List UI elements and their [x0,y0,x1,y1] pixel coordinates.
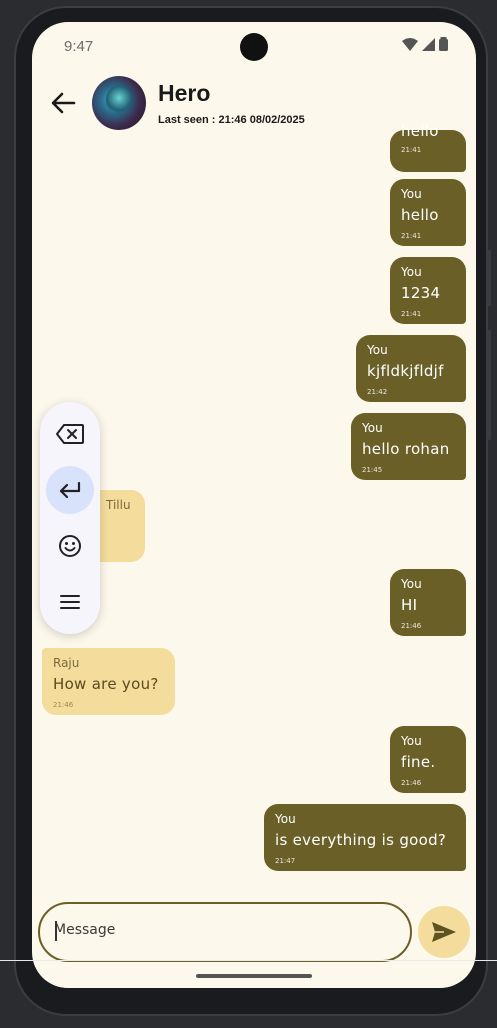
message-bubble[interactable]: You HI 21:46 [390,569,466,636]
home-gesture-handle[interactable] [196,974,312,978]
phone-screen: 9:47 Hero Last seen : 21:46 08/02/2025 h… [32,22,476,988]
send-button[interactable] [418,906,470,958]
navigation-bar [32,962,476,988]
send-icon [432,922,456,942]
backspace-key[interactable] [46,410,94,458]
message-sender: Raju [53,656,80,670]
message-text: kjfldkjfldjf [367,362,444,380]
message-time: 21:47 [275,857,296,865]
front-camera [240,33,268,61]
message-time: 21:41 [401,146,422,154]
status-icons [402,37,448,51]
message-text: hello [401,206,439,224]
power-button [487,250,491,306]
status-time: 9:47 [64,38,94,55]
message-bubble[interactable]: You fine. 21:46 [390,726,466,793]
message-bubble[interactable]: You is everything is good? 21:47 [264,804,466,871]
contact-name[interactable]: Hero [158,80,210,107]
message-sender: You [362,421,383,435]
message-sender: Tillu [106,498,131,512]
emoji-key[interactable] [46,522,94,570]
status-bar: 9:47 [32,22,476,68]
message-bubble[interactable]: You hello 21:41 [390,179,466,246]
message-bubble[interactable]: Raju How are you? 21:46 [42,648,175,715]
message-sender: You [275,812,296,826]
menu-icon [60,595,80,609]
message-time: 21:46 [53,701,74,709]
battery-icon [439,37,448,51]
message-time: 21:45 [362,466,383,474]
enter-key[interactable] [46,466,94,514]
volume-button [487,330,491,440]
message-text: HI [401,596,418,614]
message-bubble[interactable]: You 1234 21:41 [390,257,466,324]
message-text: hello rohan [362,440,450,458]
message-sender: You [401,577,422,591]
message-time: 21:42 [367,388,388,396]
message-time: 21:46 [401,622,422,630]
message-bubble[interactable]: hello 21:41 [390,122,466,172]
divider [0,960,497,961]
message-sender: You [401,734,422,748]
enter-icon [59,481,81,499]
message-text: is everything is good? [275,831,447,849]
signal-icon [422,37,435,51]
back-arrow-icon[interactable] [48,88,78,118]
message-text: How are you? [53,675,159,693]
message-time: 21:41 [401,232,422,240]
last-seen: Last seen : 21:46 08/02/2025 [158,114,305,126]
message-composer[interactable] [38,902,412,962]
message-sender: You [367,343,388,357]
message-bubble[interactable]: You kjfldkjfldjf 21:42 [356,335,466,402]
message-time: 21:41 [401,310,422,318]
text-cursor [55,921,57,941]
message-text: hello [401,122,439,140]
message-sender: You [401,265,422,279]
avatar[interactable] [92,76,146,130]
message-text: 1234 [401,284,441,302]
message-text: fine. [401,753,436,771]
floating-keyboard-toolbar [40,402,100,634]
backspace-icon [56,424,84,444]
wifi-icon [402,37,418,51]
emoji-icon [59,535,81,557]
menu-key[interactable] [46,578,94,626]
message-bubble[interactable]: You hello rohan 21:45 [351,413,466,480]
message-sender: You [401,187,422,201]
message-input[interactable] [54,922,384,938]
message-time: 21:46 [401,779,422,787]
